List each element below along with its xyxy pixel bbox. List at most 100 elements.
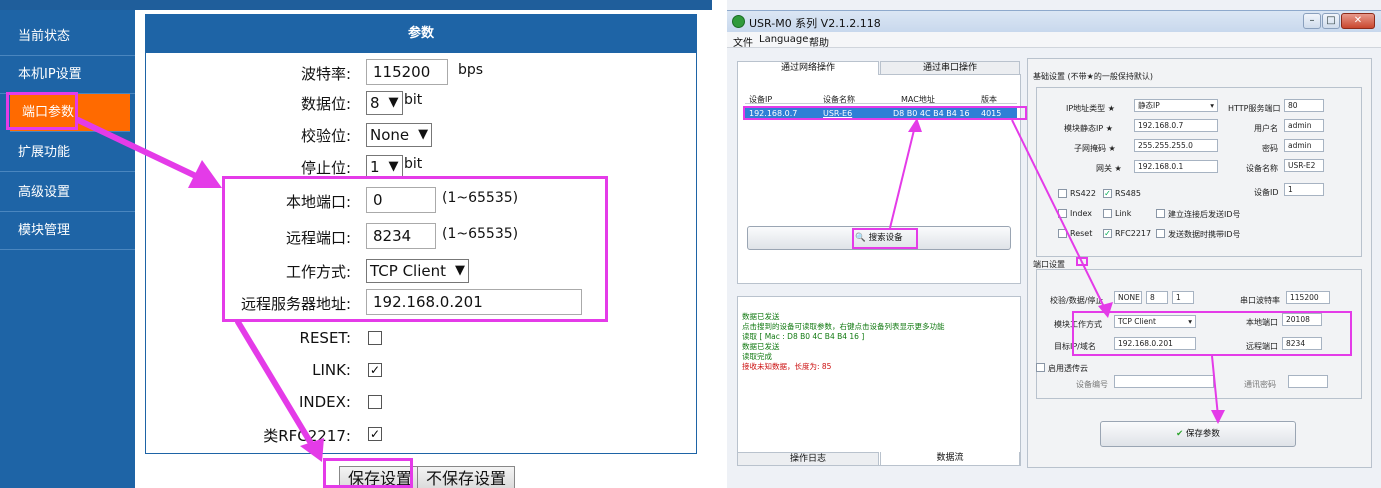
rfc2217-label: RFC2217 [1115, 229, 1152, 238]
app-icon [732, 15, 745, 28]
baud-label: 串口波特率 [1240, 296, 1280, 305]
stopbits-label: 停止位: [300, 159, 351, 177]
static-ip-label: 模块静态IP ★ [1064, 124, 1113, 133]
link-label: Link [1115, 209, 1132, 218]
devid-input[interactable]: 1 [1284, 183, 1324, 196]
stopbits-unit: bit [404, 156, 423, 172]
parity-select[interactable]: NONE [1114, 291, 1142, 304]
link-label: LINK: [312, 361, 351, 379]
device-table-header: 设备IP 设备名称 MAC地址 版本 [745, 92, 1017, 104]
rs422-checkbox[interactable] [1058, 189, 1067, 198]
link-checkbox[interactable]: ✓ [368, 363, 382, 377]
check-icon: ✓ [1104, 229, 1111, 238]
parity-label: 校验位: [300, 127, 351, 145]
col-name: 设备名称 [823, 95, 855, 104]
rfc2217-label: 类RFC2217: [263, 427, 351, 445]
panel-title: 参数 [146, 15, 696, 53]
highlight-port-menu [6, 92, 78, 130]
tab-data-stream[interactable]: 数据流 [880, 452, 1020, 466]
highlight-device-row [743, 106, 1027, 120]
link-checkbox[interactable] [1103, 209, 1112, 218]
comm-pwd-input[interactable] [1288, 375, 1328, 388]
cloud-checkbox[interactable] [1036, 363, 1045, 372]
pwd-label: 密码 [1262, 144, 1278, 153]
sidebar-item-advanced[interactable]: 高级设置 [0, 174, 135, 212]
menu-language[interactable]: Language [759, 34, 808, 45]
tab-operation-log[interactable]: 操作日志 [737, 452, 879, 466]
col-version: 版本 [981, 95, 997, 104]
http-port-input[interactable]: 80 [1284, 99, 1324, 112]
chevron-down-icon: ▼ [388, 159, 399, 174]
user-label: 用户名 [1254, 124, 1278, 133]
rfc2217-checkbox[interactable]: ✓ [368, 427, 382, 441]
static-ip-input[interactable]: 192.168.0.7 [1134, 119, 1218, 132]
baud-input[interactable]: 115200 [366, 59, 448, 85]
reset-checkbox[interactable] [1058, 229, 1067, 238]
baud-unit: bps [458, 62, 484, 78]
devname-input[interactable]: USR-E2 [1284, 159, 1324, 172]
devid-label: 设备ID [1254, 188, 1279, 197]
sidebar-item-extend[interactable]: 扩展功能 [0, 134, 135, 172]
title-bar: USR-M0 系列 V2.1.2.118 – □ ✕ [727, 10, 1381, 32]
col-ip: 设备IP [749, 95, 773, 104]
parity-select[interactable]: None ▼ [366, 123, 433, 147]
dev-no-input[interactable] [1114, 375, 1214, 388]
parity-row: 校验位: None ▼ [146, 121, 696, 149]
log-area: 数据已发送 点击搜到的设备可读取参数，右键点击设备列表显示更多功能 读取 [ Mac… [737, 296, 1021, 466]
pwd-input[interactable]: admin [1284, 139, 1324, 152]
screenshot-page: 当前状态 本机IP设置 端口参数 扩展功能 高级设置 模块管理 参数 波特率: … [0, 0, 1381, 488]
rs485-label: RS485 [1115, 189, 1141, 198]
tab-network[interactable]: 通过网络操作 [737, 61, 879, 75]
menu-bar: 文件 Language 帮助 [727, 32, 1381, 49]
chevron-down-icon: ▾ [1210, 101, 1214, 110]
col-mac: MAC地址 [901, 95, 935, 104]
databits-row: 数据位: 8 ▼ bit [146, 89, 696, 117]
reset-label: Reset [1070, 229, 1093, 238]
close-button[interactable]: ✕ [1341, 13, 1375, 29]
discard-settings-button[interactable]: 不保存设置 [417, 466, 516, 488]
highlight-port-title [1076, 257, 1088, 266]
gateway-input[interactable]: 192.168.0.1 [1134, 160, 1218, 173]
user-input[interactable]: admin [1284, 119, 1324, 132]
send-data-id-checkbox[interactable] [1156, 229, 1165, 238]
chevron-down-icon: ▼ [388, 95, 399, 110]
send-id-label: 建立连接后发送ID号 [1168, 210, 1241, 219]
ip-type-label: IP地址类型 ★ [1066, 104, 1115, 113]
http-port-label: HTTP服务端口 [1228, 104, 1281, 113]
cloud-label: 启用透传云 [1048, 364, 1088, 373]
send-id-checkbox[interactable] [1156, 209, 1165, 218]
mask-input[interactable]: 255.255.255.0 [1134, 139, 1218, 152]
databits-select[interactable]: 8 [1146, 291, 1168, 304]
highlight-save-button [323, 458, 413, 488]
sidebar-item-module[interactable]: 模块管理 [0, 212, 135, 250]
basic-settings-title: 基础设置 (不带★的一般保持默认) [1033, 72, 1153, 81]
stopbits-select[interactable]: 1 [1172, 291, 1194, 304]
rfc2217-checkbox[interactable]: ✓ [1103, 229, 1112, 238]
minimize-button[interactable]: – [1303, 13, 1321, 29]
check-icon: ✓ [369, 427, 381, 441]
tab-serial[interactable]: 通过串口操作 [880, 61, 1020, 75]
save-params-button[interactable]: ✔ 保存参数 [1100, 421, 1296, 447]
usr-m0-app-window: USR-M0 系列 V2.1.2.118 – □ ✕ 文件 Language 帮… [727, 0, 1381, 488]
menu-file[interactable]: 文件 [733, 34, 753, 49]
sidebar-item-status[interactable]: 当前状态 [0, 18, 135, 56]
rs422-label: RS422 [1070, 189, 1096, 198]
maximize-button[interactable]: □ [1322, 13, 1340, 29]
rs485-checkbox[interactable]: ✓ [1103, 189, 1112, 198]
databits-select[interactable]: 8 ▼ [366, 91, 403, 115]
index-row: INDEX: [146, 389, 696, 417]
sidebar-item-ip[interactable]: 本机IP设置 [0, 56, 135, 94]
ip-type-select[interactable]: 静态IP ▾ [1134, 99, 1218, 112]
highlight-search-button [852, 228, 918, 249]
index-checkbox[interactable] [368, 395, 382, 409]
check-icon: ✓ [369, 363, 381, 377]
check-icon: ✔ [1176, 429, 1184, 439]
baud-select[interactable]: 115200 [1286, 291, 1330, 304]
index-checkbox[interactable] [1058, 209, 1067, 218]
reset-checkbox[interactable] [368, 331, 382, 345]
dev-no-label: 设备编号 [1076, 380, 1108, 389]
databits-unit: bit [404, 92, 423, 108]
menu-help[interactable]: 帮助 [809, 34, 829, 49]
devname-label: 设备名称 [1246, 164, 1278, 173]
sidebar: 当前状态 本机IP设置 端口参数 扩展功能 高级设置 模块管理 [0, 10, 135, 488]
